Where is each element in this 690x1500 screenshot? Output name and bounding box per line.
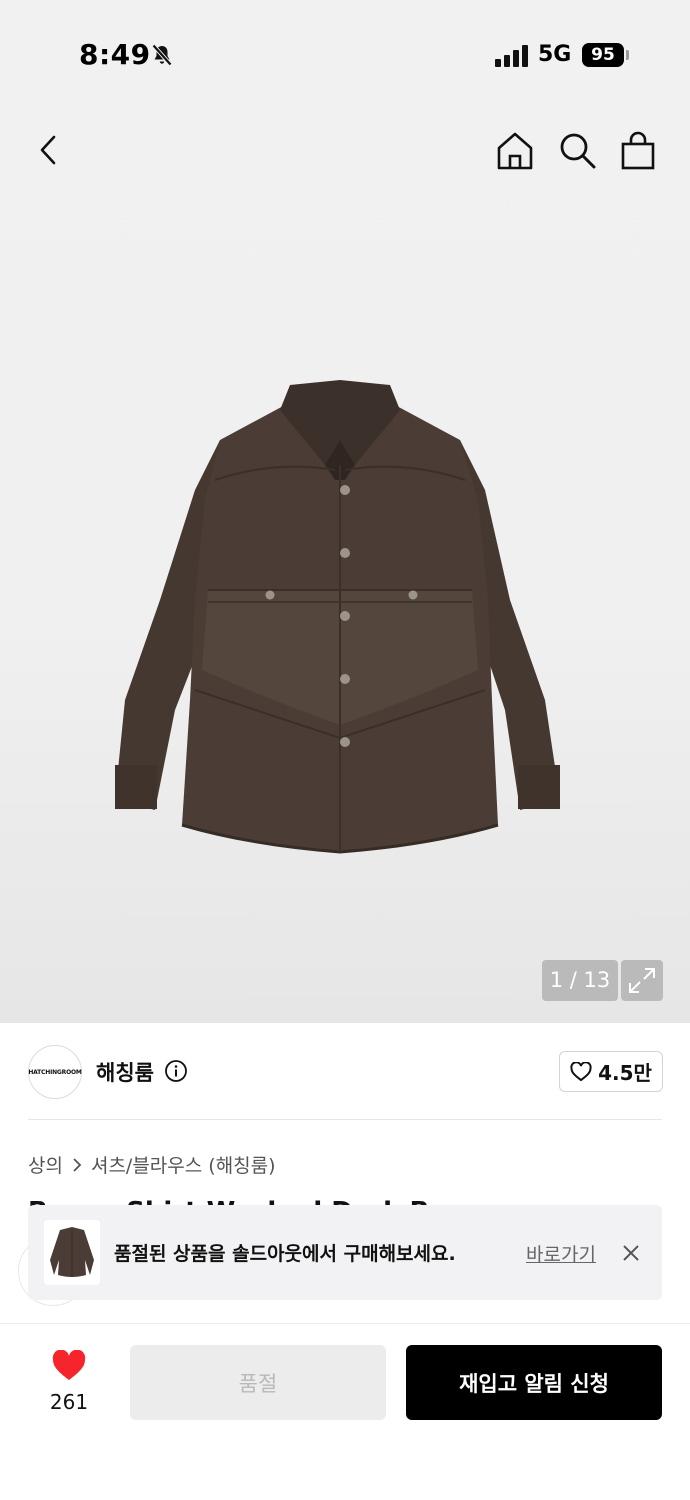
network-type: 5G (538, 42, 572, 67)
toast-product-thumbnail (44, 1220, 100, 1285)
heart-outline-icon (570, 1061, 592, 1081)
brand-like-count: 4.5만 (598, 1061, 652, 1085)
soldout-button: 품절 (130, 1345, 386, 1420)
info-icon[interactable] (164, 1059, 188, 1083)
breadcrumb-category[interactable]: 상의 (28, 1151, 63, 1178)
bell-muted-icon (152, 44, 172, 66)
wishlist-button[interactable]: 261 (38, 1346, 100, 1416)
battery-indicator: 95 (582, 43, 624, 67)
product-photo (115, 380, 560, 854)
back-arrow-icon[interactable] (30, 132, 66, 168)
breadcrumb-subcategory[interactable]: 셔츠/블라우스 (해칭룸) (91, 1151, 276, 1178)
expand-icon[interactable] (621, 960, 663, 1001)
soldout-toast: 품절된 상품을 솔드아웃에서 구매해보세요. 바로가기 (28, 1205, 662, 1300)
search-icon[interactable] (556, 130, 598, 172)
brand-logo[interactable]: HATCHINGROOM (28, 1045, 82, 1099)
image-counter: 1 / 13 (542, 960, 618, 1001)
product-image-gallery[interactable]: 8:49 5G 95 1 / 13 (0, 0, 690, 1023)
brand-like-button[interactable]: 4.5만 (559, 1051, 663, 1092)
status-time: 8:49 (79, 38, 151, 71)
wishlist-count: 261 (49, 1390, 89, 1414)
close-icon[interactable] (619, 1241, 643, 1265)
shopping-bag-icon[interactable] (618, 130, 658, 172)
restock-alert-button[interactable]: 재입고 알림 신청 (406, 1345, 662, 1420)
toast-message: 품절된 상품을 솔드아웃에서 구매해보세요. (114, 1243, 456, 1265)
brand-name[interactable]: 해칭룸 (96, 1057, 154, 1087)
cellular-signal-icon (495, 45, 528, 67)
bottom-bar-divider (0, 1323, 690, 1324)
heart-filled-icon (52, 1350, 86, 1380)
chevron-right-icon (73, 1157, 82, 1172)
brand-logo-text: HATCHINGROOM (28, 1068, 82, 1076)
toast-link[interactable]: 바로가기 (526, 1240, 596, 1267)
breadcrumb: 상의 셔츠/블라우스 (해칭룸) (28, 1151, 276, 1178)
divider (28, 1119, 662, 1120)
home-icon[interactable] (494, 130, 536, 172)
battery-tip (626, 50, 629, 60)
